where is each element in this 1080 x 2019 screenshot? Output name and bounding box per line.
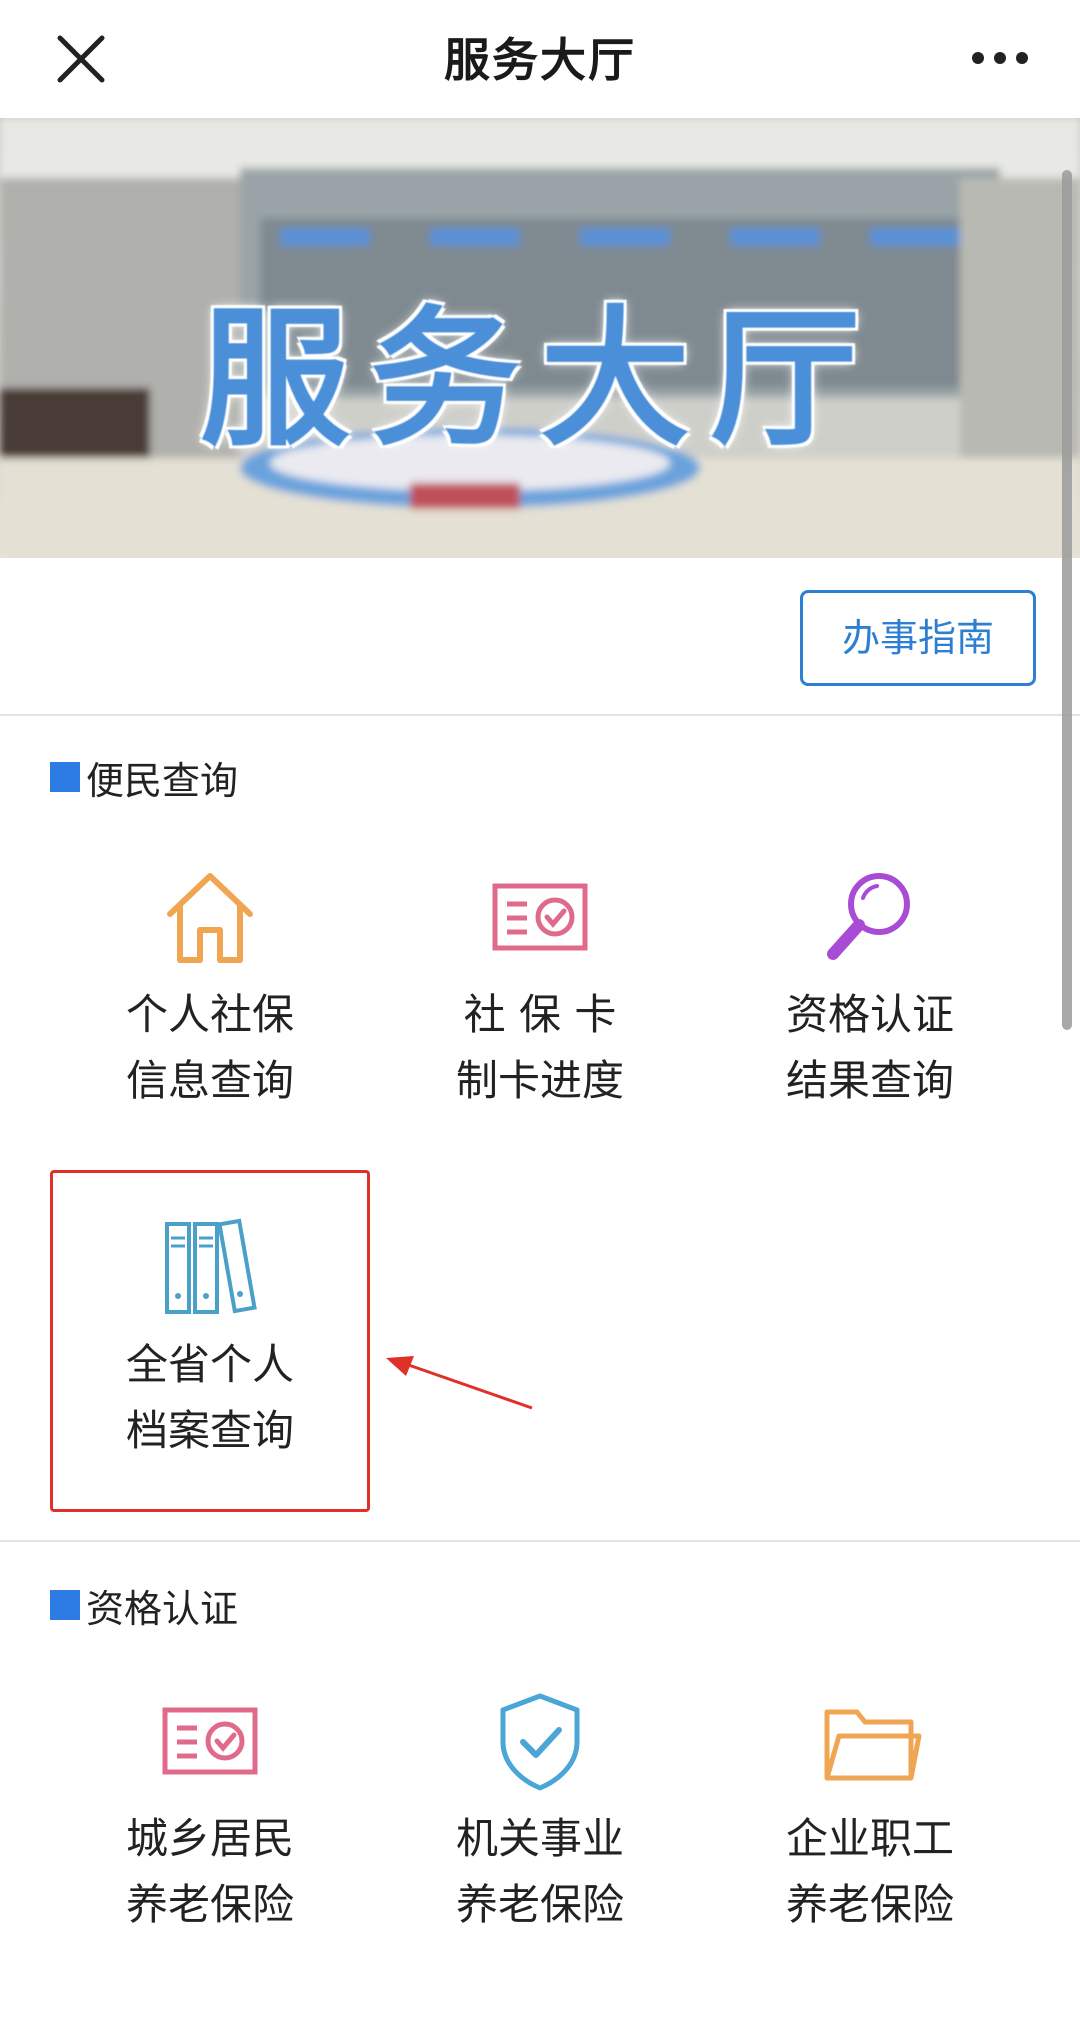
grid-item-institution-pension[interactable]: 机关事业 养老保险	[380, 1686, 700, 1938]
section-divider	[0, 1540, 1080, 1542]
shield-check-icon	[500, 1693, 580, 1791]
highlight-box	[50, 1170, 370, 1512]
section-title: 便民查询	[86, 758, 239, 803]
section-header-convenience-query: 便民查询	[50, 752, 239, 803]
banner-image: 服务大厅	[0, 118, 1080, 558]
section-marker	[50, 1590, 80, 1620]
page-title: 服务大厅	[444, 33, 636, 87]
scrollbar[interactable]	[1062, 170, 1072, 1030]
section-header-qualification: 资格认证	[50, 1580, 239, 1631]
section-marker	[50, 762, 80, 792]
magnifier-icon	[827, 873, 910, 960]
grid-item-qualification-result[interactable]: 资格认证 结果查询	[710, 862, 1030, 1114]
grid-item-label: 资格认证 结果查询	[785, 990, 954, 1105]
grid-item-urban-rural-pension[interactable]: 城乡居民 养老保险	[50, 1686, 370, 1938]
certificate-icon	[162, 1707, 258, 1775]
more-icon[interactable]	[968, 38, 1032, 78]
grid-item-label: 机关事业 养老保险	[455, 1814, 624, 1929]
folder-icon	[824, 1709, 922, 1781]
guide-row: 办事指南	[0, 558, 1080, 716]
section-title: 资格认证	[86, 1586, 239, 1631]
house-icon	[167, 873, 253, 963]
grid-item-card-progress[interactable]: 社 保 卡 制卡进度	[380, 862, 700, 1114]
grid-item-personal-social-security[interactable]: 个人社保 信息查询	[50, 862, 370, 1114]
top-navbar: 服务大厅	[0, 0, 1080, 118]
banner-title: 服务大厅	[199, 293, 880, 467]
certificate-icon	[492, 883, 588, 951]
grid-item-label: 社 保 卡 制卡进度	[455, 990, 624, 1105]
arrow-annotation	[386, 1356, 533, 1410]
grid-item-enterprise-pension[interactable]: 企业职工 养老保险	[710, 1686, 1030, 1938]
grid-item-label: 企业职工 养老保险	[785, 1814, 954, 1929]
guide-button[interactable]: 办事指南	[800, 590, 1036, 686]
grid-item-label: 个人社保 信息查询	[125, 990, 294, 1105]
grid-item-label: 城乡居民 养老保险	[125, 1814, 294, 1929]
